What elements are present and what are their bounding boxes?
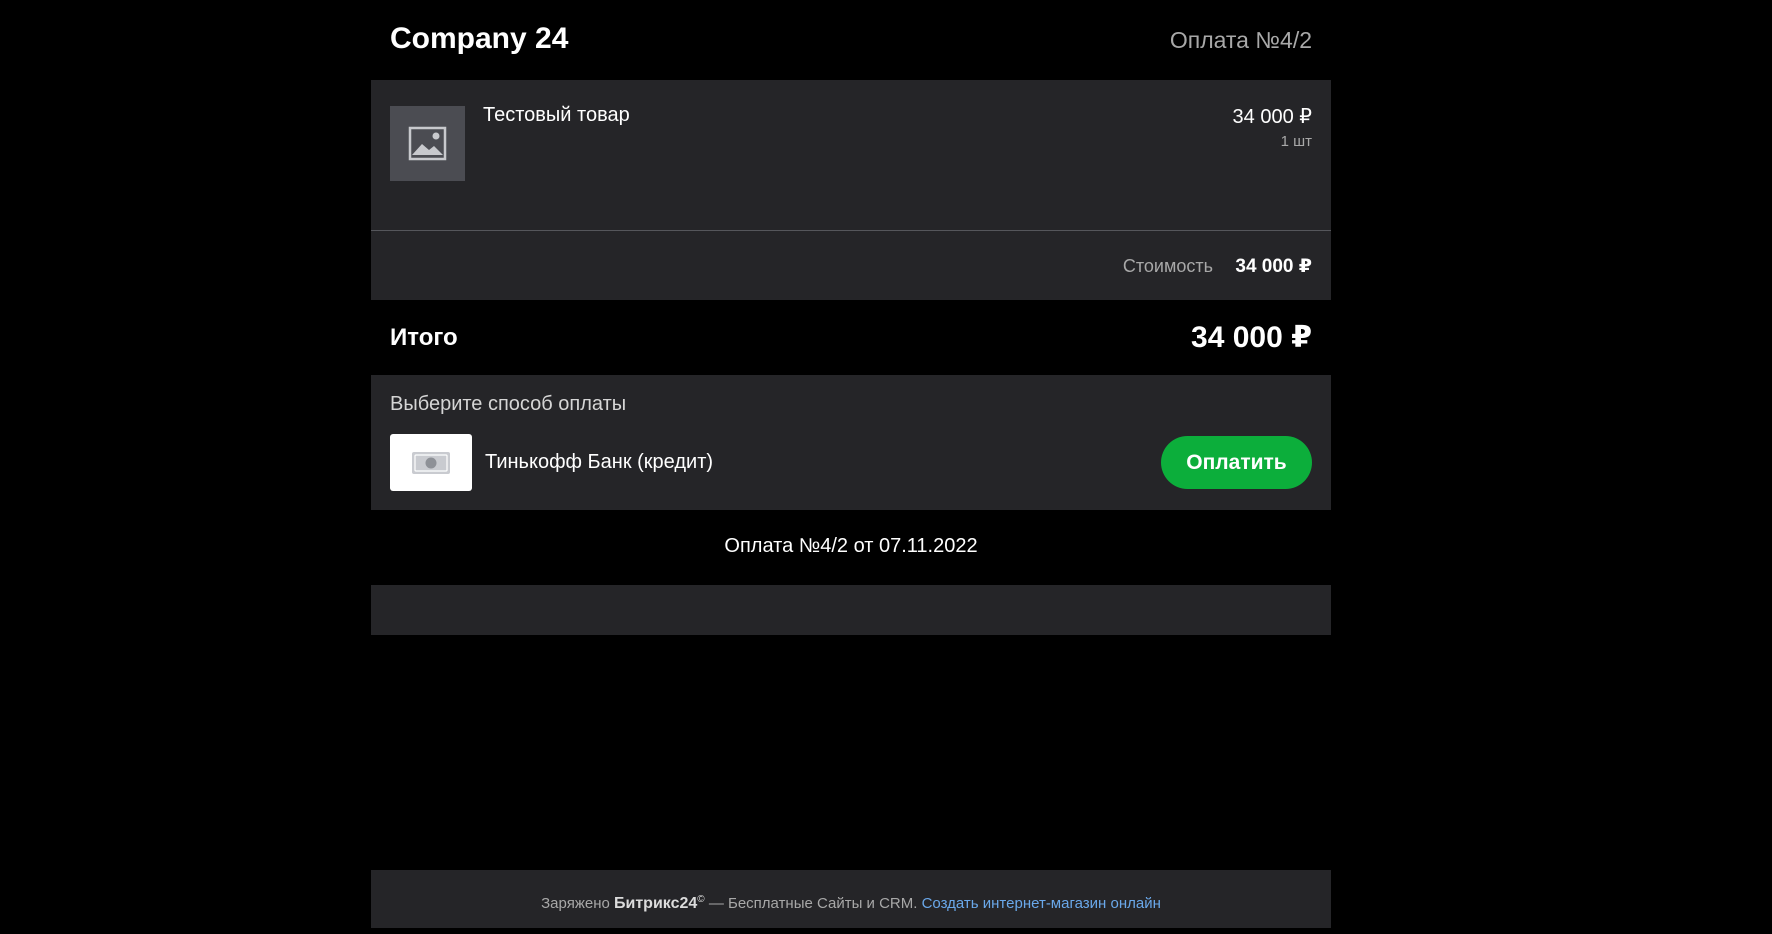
order-items-card: Тестовый товар 34 000 ₽ 1 шт Стоимость 3…	[371, 80, 1331, 300]
footer-tagline: — Бесплатные Сайты и CRM.	[704, 895, 922, 912]
page-footer: Заряжено Битрикс24© — Бесплатные Сайты и…	[371, 870, 1331, 928]
item-name: Тестовый товар	[483, 104, 630, 126]
payment-number: Оплата №4/2	[1169, 27, 1312, 53]
list-item: Тестовый товар 34 000 ₽ 1 шт	[371, 80, 1331, 230]
pay-button[interactable]: Оплатить	[1161, 436, 1312, 489]
payment-method-card: Выберите способ оплаты Тинькофф Банк (кр…	[371, 375, 1331, 510]
bitrix24-logo: Битрикс24	[614, 895, 698, 912]
subtotal-label: Стоимость	[1122, 256, 1213, 276]
payment-method-title: Выберите способ оплаты	[390, 393, 627, 415]
total-row: Итого 34 000 ₽	[371, 300, 1331, 375]
company-name: Company 24	[390, 22, 569, 55]
payment-page: Company 24 Оплата №4/2 Тестовый товар 34…	[371, 0, 1331, 928]
cash-icon[interactable]	[390, 434, 472, 491]
create-store-link[interactable]: Создать интернет-магазин онлайн	[922, 895, 1161, 912]
divider	[371, 230, 1331, 231]
subtotal-value: 34 000 ₽	[1235, 256, 1312, 277]
empty-section	[371, 585, 1331, 635]
order-date-text: Оплата №4/2 от 07.11.2022	[724, 535, 978, 557]
item-price: 34 000 ₽	[1232, 106, 1312, 128]
clock-icon: ©	[697, 894, 705, 905]
page-header: Company 24 Оплата №4/2	[371, 0, 1331, 80]
item-quantity: 1 шт	[1280, 133, 1312, 150]
image-placeholder-icon	[390, 106, 465, 181]
total-label: Итого	[390, 324, 458, 351]
payment-method-name[interactable]: Тинькофф Банк (кредит)	[485, 451, 713, 474]
footer-prefix: Заряжено	[541, 895, 610, 912]
total-value: 34 000 ₽	[1191, 321, 1312, 354]
